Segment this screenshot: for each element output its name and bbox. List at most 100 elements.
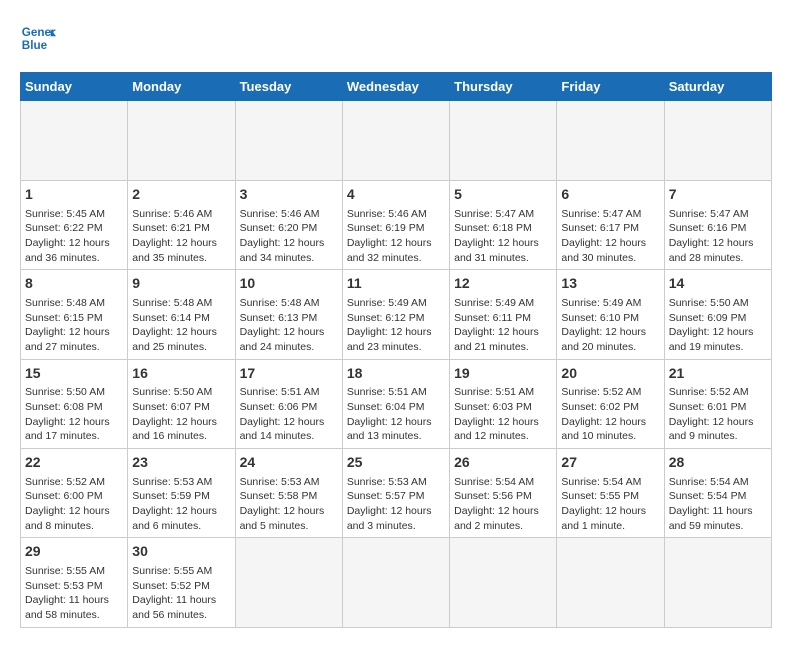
cell-info: Sunrise: 5:53 AM [347, 475, 445, 490]
day-number: 1 [25, 185, 123, 205]
cell-info: Daylight: 12 hours and 31 minutes. [454, 236, 552, 265]
cell-info: Daylight: 12 hours and 20 minutes. [561, 325, 659, 354]
calendar-cell: 16Sunrise: 5:50 AMSunset: 6:07 PMDayligh… [128, 359, 235, 448]
calendar-cell: 27Sunrise: 5:54 AMSunset: 5:55 PMDayligh… [557, 449, 664, 538]
calendar-week-row: 1Sunrise: 5:45 AMSunset: 6:22 PMDaylight… [21, 181, 772, 270]
calendar-cell: 22Sunrise: 5:52 AMSunset: 6:00 PMDayligh… [21, 449, 128, 538]
cell-info: Sunset: 5:54 PM [669, 489, 767, 504]
calendar-cell: 12Sunrise: 5:49 AMSunset: 6:11 PMDayligh… [450, 270, 557, 359]
cell-info: Sunrise: 5:46 AM [240, 207, 338, 222]
cell-info: Daylight: 12 hours and 19 minutes. [669, 325, 767, 354]
cell-info: Daylight: 11 hours and 56 minutes. [132, 593, 230, 622]
cell-info: Sunrise: 5:48 AM [132, 296, 230, 311]
calendar-cell: 8Sunrise: 5:48 AMSunset: 6:15 PMDaylight… [21, 270, 128, 359]
day-number: 3 [240, 185, 338, 205]
cell-info: Sunrise: 5:48 AM [240, 296, 338, 311]
day-number: 19 [454, 364, 552, 384]
calendar-cell: 6Sunrise: 5:47 AMSunset: 6:17 PMDaylight… [557, 181, 664, 270]
page-header: General Blue [20, 20, 772, 56]
calendar-cell: 14Sunrise: 5:50 AMSunset: 6:09 PMDayligh… [664, 270, 771, 359]
cell-info: Sunset: 5:59 PM [132, 489, 230, 504]
cell-info: Sunset: 6:04 PM [347, 400, 445, 415]
cell-info: Sunrise: 5:45 AM [25, 207, 123, 222]
cell-info: Sunrise: 5:50 AM [132, 385, 230, 400]
day-number: 7 [669, 185, 767, 205]
cell-info: Sunrise: 5:55 AM [25, 564, 123, 579]
cell-info: Daylight: 12 hours and 9 minutes. [669, 415, 767, 444]
svg-text:Blue: Blue [22, 39, 48, 52]
calendar-cell: 19Sunrise: 5:51 AMSunset: 6:03 PMDayligh… [450, 359, 557, 448]
cell-info: Daylight: 12 hours and 21 minutes. [454, 325, 552, 354]
cell-info: Daylight: 12 hours and 3 minutes. [347, 504, 445, 533]
day-number: 30 [132, 542, 230, 562]
calendar-cell: 29Sunrise: 5:55 AMSunset: 5:53 PMDayligh… [21, 538, 128, 627]
day-number: 5 [454, 185, 552, 205]
day-number: 14 [669, 274, 767, 294]
cell-info: Daylight: 12 hours and 6 minutes. [132, 504, 230, 533]
calendar-cell: 3Sunrise: 5:46 AMSunset: 6:20 PMDaylight… [235, 181, 342, 270]
day-number: 24 [240, 453, 338, 473]
cell-info: Daylight: 12 hours and 12 minutes. [454, 415, 552, 444]
calendar-cell: 24Sunrise: 5:53 AMSunset: 5:58 PMDayligh… [235, 449, 342, 538]
calendar-cell: 13Sunrise: 5:49 AMSunset: 6:10 PMDayligh… [557, 270, 664, 359]
cell-info: Sunset: 6:22 PM [25, 221, 123, 236]
cell-info: Sunrise: 5:54 AM [561, 475, 659, 490]
col-header-tuesday: Tuesday [235, 73, 342, 101]
cell-info: Daylight: 12 hours and 25 minutes. [132, 325, 230, 354]
cell-info: Daylight: 12 hours and 32 minutes. [347, 236, 445, 265]
cell-info: Sunrise: 5:51 AM [347, 385, 445, 400]
day-number: 4 [347, 185, 445, 205]
logo-icon: General Blue [20, 20, 56, 56]
day-number: 15 [25, 364, 123, 384]
calendar-cell [450, 538, 557, 627]
cell-info: Daylight: 12 hours and 36 minutes. [25, 236, 123, 265]
calendar-table: SundayMondayTuesdayWednesdayThursdayFrid… [20, 72, 772, 628]
calendar-cell: 26Sunrise: 5:54 AMSunset: 5:56 PMDayligh… [450, 449, 557, 538]
cell-info: Sunset: 6:15 PM [25, 311, 123, 326]
calendar-cell [450, 101, 557, 181]
day-number: 26 [454, 453, 552, 473]
cell-info: Sunset: 5:57 PM [347, 489, 445, 504]
cell-info: Daylight: 11 hours and 58 minutes. [25, 593, 123, 622]
calendar-cell: 25 Sunrise: 5:53 AMSunset: 5:57 PMDayligh… [342, 449, 449, 538]
day-number: 6 [561, 185, 659, 205]
cell-info: Sunrise: 5:51 AM [240, 385, 338, 400]
cell-info: Daylight: 12 hours and 27 minutes. [25, 325, 123, 354]
calendar-cell: 11Sunrise: 5:49 AMSunset: 6:12 PMDayligh… [342, 270, 449, 359]
day-number: 28 [669, 453, 767, 473]
calendar-cell [128, 101, 235, 181]
cell-info: Sunset: 6:16 PM [669, 221, 767, 236]
calendar-cell: 9Sunrise: 5:48 AMSunset: 6:14 PMDaylight… [128, 270, 235, 359]
day-number: 23 [132, 453, 230, 473]
cell-info: Sunrise: 5:54 AM [669, 475, 767, 490]
calendar-cell: 17Sunrise: 5:51 AMSunset: 6:06 PMDayligh… [235, 359, 342, 448]
day-number: 21 [669, 364, 767, 384]
calendar-cell: 28Sunrise: 5:54 AMSunset: 5:54 PMDayligh… [664, 449, 771, 538]
cell-info: Daylight: 12 hours and 17 minutes. [25, 415, 123, 444]
cell-info: Sunrise: 5:54 AM [454, 475, 552, 490]
col-header-sunday: Sunday [21, 73, 128, 101]
cell-info: Sunset: 6:01 PM [669, 400, 767, 415]
cell-info: Sunrise: 5:52 AM [669, 385, 767, 400]
col-header-thursday: Thursday [450, 73, 557, 101]
calendar-cell [21, 101, 128, 181]
calendar-cell [557, 101, 664, 181]
cell-info: Sunset: 6:07 PM [132, 400, 230, 415]
cell-info: Sunrise: 5:53 AM [132, 475, 230, 490]
cell-info: Daylight: 12 hours and 10 minutes. [561, 415, 659, 444]
day-number: 25 [347, 453, 445, 473]
cell-info: Daylight: 12 hours and 13 minutes. [347, 415, 445, 444]
day-number: 29 [25, 542, 123, 562]
cell-info: Sunrise: 5:47 AM [669, 207, 767, 222]
cell-info: Daylight: 12 hours and 28 minutes. [669, 236, 767, 265]
cell-info: Sunrise: 5:52 AM [25, 475, 123, 490]
calendar-cell [235, 101, 342, 181]
day-number: 12 [454, 274, 552, 294]
calendar-cell [342, 101, 449, 181]
day-number: 17 [240, 364, 338, 384]
col-header-saturday: Saturday [664, 73, 771, 101]
calendar-cell: 30Sunrise: 5:55 AMSunset: 5:52 PMDayligh… [128, 538, 235, 627]
calendar-cell: 21Sunrise: 5:52 AMSunset: 6:01 PMDayligh… [664, 359, 771, 448]
day-number: 13 [561, 274, 659, 294]
calendar-cell: 4Sunrise: 5:46 AMSunset: 6:19 PMDaylight… [342, 181, 449, 270]
